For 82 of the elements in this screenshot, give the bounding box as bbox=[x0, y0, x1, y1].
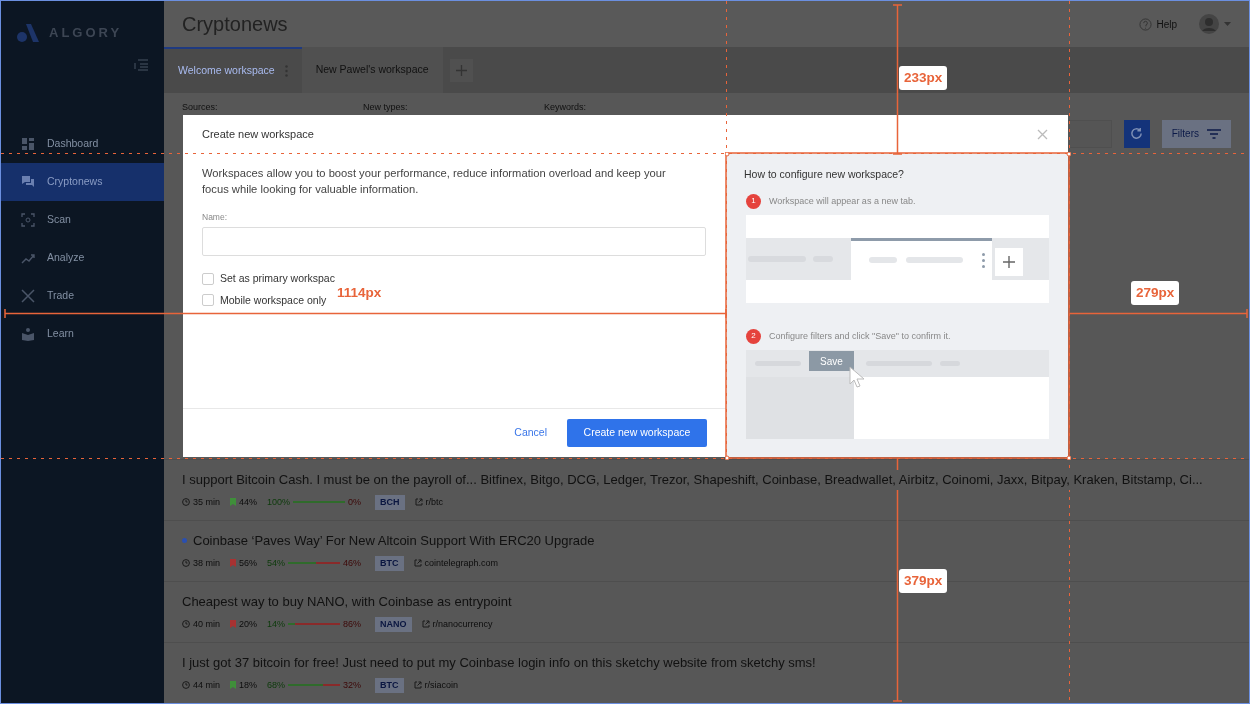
checkbox-label[interactable]: Set as primary workspac bbox=[220, 270, 335, 287]
external-link-icon bbox=[413, 681, 422, 690]
refresh-icon bbox=[1130, 127, 1144, 140]
positive-value: 68% bbox=[267, 678, 286, 692]
positive-value: 100% bbox=[267, 495, 291, 509]
sidebar-item[interactable]: Analyze bbox=[1, 239, 164, 277]
sidebar-item[interactable]: Trade bbox=[1, 277, 164, 315]
news-time: 40 min bbox=[193, 617, 220, 631]
clock-icon bbox=[182, 620, 190, 629]
add-tab-button[interactable] bbox=[449, 58, 473, 82]
avatar-icon[interactable] bbox=[1199, 14, 1219, 34]
dashboard-icon bbox=[21, 137, 35, 151]
step-number: 1 bbox=[746, 193, 761, 209]
dialog-title: Create new workspace bbox=[202, 126, 314, 142]
source-link[interactable]: r/nanocurrency bbox=[432, 617, 493, 631]
filter-label: Keywords: bbox=[544, 101, 588, 114]
negative-value: 32% bbox=[343, 678, 362, 692]
measurement-label: 1114px bbox=[337, 284, 382, 302]
news-time: 35 min bbox=[193, 495, 220, 509]
checkbox[interactable] bbox=[202, 272, 214, 285]
filter-label: Sources: bbox=[182, 101, 219, 114]
name-label: Name: bbox=[202, 211, 229, 224]
help-icon[interactable] bbox=[1139, 17, 1153, 31]
coin-tag[interactable]: BCH bbox=[375, 494, 405, 510]
source-link[interactable]: r/siacoin bbox=[424, 678, 459, 692]
measurement-label: 379px bbox=[899, 569, 948, 594]
step-text: Workspace will appear as a new tab. bbox=[769, 194, 916, 208]
filter-label: New types: bbox=[363, 101, 409, 114]
crossed-arrows-icon bbox=[21, 289, 35, 303]
source-link[interactable]: cointelegraph.com bbox=[424, 556, 499, 570]
chat-icon bbox=[21, 175, 35, 189]
external-link-icon bbox=[414, 498, 423, 507]
score-value: 18% bbox=[239, 678, 258, 692]
score-value: 44% bbox=[239, 495, 258, 509]
source-link[interactable]: r/btc bbox=[425, 495, 444, 509]
scan-icon bbox=[21, 213, 35, 227]
sidebar-item[interactable]: Dashboard bbox=[1, 125, 164, 163]
score-value: 56% bbox=[239, 556, 258, 570]
trend-icon bbox=[21, 251, 35, 265]
negative-value: 46% bbox=[343, 556, 362, 570]
page-title: Cryptonews bbox=[182, 12, 288, 37]
coin-tag[interactable]: BTC bbox=[375, 555, 404, 571]
clock-icon bbox=[182, 559, 190, 568]
sidebar-item[interactable]: Cryptonews bbox=[1, 163, 164, 201]
measurement-label: 233px bbox=[899, 66, 948, 91]
logo-icon bbox=[17, 23, 39, 42]
guide-title: How to configure new workspace? bbox=[744, 167, 905, 182]
coin-tag[interactable]: BTC bbox=[375, 677, 404, 693]
measurement-label: 279px bbox=[1131, 281, 1180, 306]
create-workspace-button[interactable]: Create new workspace bbox=[567, 419, 707, 447]
close-icon[interactable] bbox=[1037, 128, 1048, 140]
negative-value: 86% bbox=[343, 617, 362, 631]
cancel-button[interactable]: Cancel bbox=[510, 425, 551, 441]
name-field[interactable] bbox=[202, 226, 706, 256]
filters-button[interactable]: Filters bbox=[1161, 119, 1231, 148]
checkbox-label[interactable]: Mobile workspace only bbox=[220, 292, 327, 309]
news-time: 38 min bbox=[193, 556, 220, 570]
positive-value: 14% bbox=[267, 617, 286, 631]
clock-icon bbox=[182, 681, 190, 690]
coin-tag[interactable]: NANO bbox=[375, 616, 412, 632]
checkbox[interactable] bbox=[202, 294, 214, 307]
cursor-icon bbox=[849, 365, 865, 388]
news-time: 44 min bbox=[193, 678, 220, 692]
step-number: 2 bbox=[746, 328, 761, 344]
clock-icon bbox=[182, 498, 190, 507]
positive-value: 54% bbox=[267, 556, 286, 570]
workspace-tab[interactable]: New Pawel's workspace bbox=[301, 47, 443, 93]
collapse-menu-icon[interactable] bbox=[134, 59, 148, 71]
step-text: Configure filters and click "Save" to confirm it. bbox=[769, 329, 951, 343]
external-link-icon bbox=[421, 620, 430, 629]
help-link[interactable]: Help bbox=[1156, 16, 1177, 32]
filter-icon bbox=[1207, 128, 1221, 139]
score-value: 20% bbox=[239, 617, 258, 631]
caret-icon[interactable] bbox=[1224, 21, 1231, 27]
plus-icon bbox=[455, 64, 467, 76]
refresh-button[interactable] bbox=[1123, 119, 1150, 148]
dialog-description: Workspaces allow you to boost your performance, reduce information overload and keep your focus while looking for valuable information. bbox=[202, 166, 667, 197]
negative-value: 0% bbox=[348, 495, 362, 509]
external-link-icon bbox=[413, 559, 422, 568]
sidebar-item[interactable]: Learn bbox=[1, 315, 164, 353]
book-icon bbox=[21, 327, 35, 341]
sidebar-item[interactable]: Scan bbox=[1, 201, 164, 239]
